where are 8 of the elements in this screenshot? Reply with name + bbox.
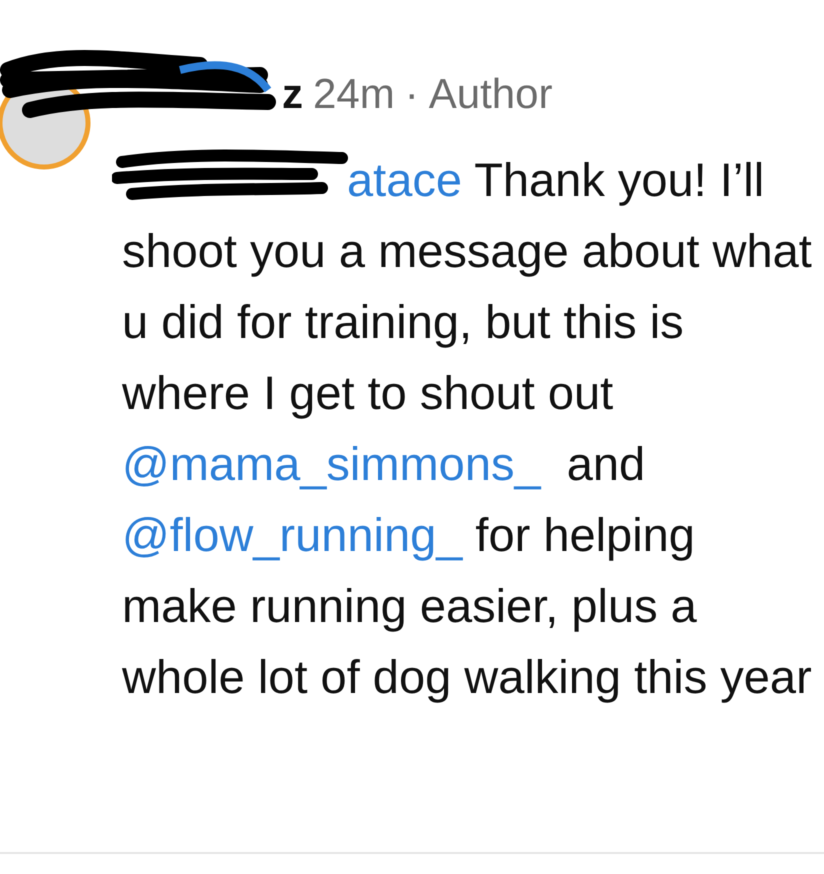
comment-author[interactable]: z [282, 70, 303, 118]
comment-text: atace Thank you! I’ll shoot you a message about what u did for training, but this is where I get to shout out @mama_simmons_ and @flow_running_ for helping make running easier, plus a whole lot of dog walking this year [122, 144, 812, 712]
author-label: Author [428, 70, 552, 118]
mention-link[interactable]: atace [347, 153, 462, 206]
comment-time: 24m [313, 70, 395, 118]
separator: · [404, 70, 419, 118]
mention-link[interactable]: @mama_simmons_ [122, 437, 541, 490]
mention-link[interactable]: @flow_running_ [122, 508, 462, 561]
